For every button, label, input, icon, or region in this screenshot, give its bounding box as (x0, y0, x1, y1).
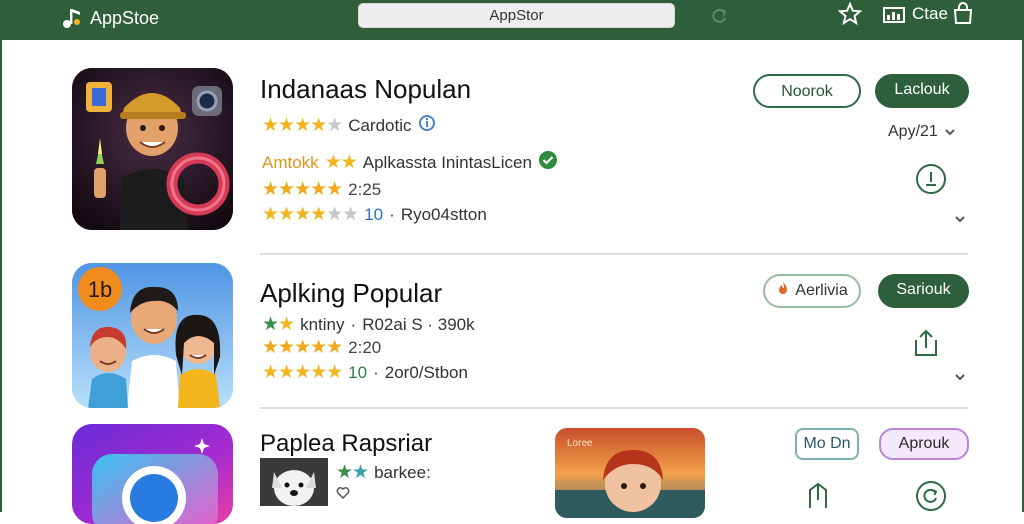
preview-caption: Loree (567, 438, 593, 449)
separator-dot: · (373, 362, 379, 382)
rating-label: barkee: (374, 462, 431, 482)
rating-detail: R02ai S · 390k (362, 314, 475, 334)
secondary-button[interactable]: Mo Dn (795, 428, 859, 460)
rating-stars: ★★★★★ (262, 115, 343, 136)
rating-value: 2:20 (348, 337, 382, 357)
rating-row: ★★★★★ 10 · 2or0/Stbon (262, 361, 468, 384)
flame-icon (776, 275, 790, 307)
rating-label: Cardotic (348, 115, 412, 135)
refresh-icon[interactable] (916, 481, 946, 511)
search-input[interactable]: AppStor (358, 3, 675, 28)
rating-stars: ★★★★★ (262, 179, 343, 200)
rating-row: ★★★★★ 2:20 (262, 336, 381, 359)
chevron-down-icon[interactable] (954, 368, 966, 381)
rating-row: ★★ barkee: (336, 461, 431, 484)
secondary-button[interactable]: Aerlivia (763, 274, 861, 308)
bookmark-icon[interactable] (804, 480, 832, 510)
rating-row: ★★★★★★ 10 · Ryo04stton (262, 203, 487, 226)
rating-stars: ★★ (336, 462, 369, 483)
chart-icon[interactable] (883, 7, 905, 23)
cart-label[interactable]: Ctae (912, 4, 948, 24)
app-title[interactable]: Aplking Popular (260, 278, 442, 309)
shopping-bag-icon[interactable] (951, 1, 975, 25)
brand-logo[interactable]: AppStoe (60, 6, 159, 30)
publisher-text: 2or0/Stbon (384, 362, 468, 382)
rating-stars: ★★ (324, 152, 358, 173)
heart-icon[interactable] (336, 486, 350, 505)
developer-name: Aplkassta InintasLicen (362, 152, 532, 172)
separator-dot: · (389, 204, 395, 224)
version-text: Apy/21 (888, 123, 938, 140)
info-icon[interactable] (418, 114, 436, 137)
rating-stars: ★★★★★ (262, 337, 343, 358)
rating-label: kntiny (300, 314, 345, 334)
brand-name: AppStoe (90, 7, 160, 28)
developer-row: Amtokk ★★ Aplkassta InintasLicen (262, 150, 558, 175)
rating-stars: ★★★★★ (262, 362, 343, 383)
rating-count: 10 (364, 204, 384, 224)
app-icon-character[interactable] (72, 68, 233, 230)
chevron-down-icon[interactable] (944, 123, 956, 141)
primary-button[interactable]: Sariouk (878, 274, 969, 308)
preview-image[interactable]: Loree (555, 428, 705, 518)
chevron-down-icon[interactable] (954, 210, 966, 223)
rating-row: ★★ kntiny · R02ai S · 390k (262, 313, 475, 336)
version-row[interactable]: Apy/21 (888, 123, 956, 141)
app-title[interactable]: Paplea Rapsriar (260, 430, 432, 458)
badge-number: 1b (88, 277, 112, 302)
verified-check-icon (538, 150, 558, 175)
secondary-button-label: Aerlivia (795, 282, 848, 299)
divider (260, 253, 968, 255)
top-bar: AppStoe AppStor Ctae (2, 0, 1024, 40)
app-window: AppStoe AppStor Ctae Indanaas Nopulan ★★… (0, 0, 1024, 524)
developer-prefix: Amtokk (262, 152, 319, 172)
secondary-button[interactable]: Noorok (753, 74, 861, 108)
app-icon-camera[interactable] (72, 424, 233, 524)
rating-row: ★★★★★ Cardotic (262, 114, 436, 137)
download-icon[interactable] (916, 164, 946, 194)
star-icon[interactable] (837, 1, 863, 26)
rating-count: 10 (348, 362, 368, 382)
publisher-text: Ryo04stton (400, 204, 487, 224)
music-note-icon (60, 6, 86, 30)
divider (260, 407, 968, 409)
refresh-icon[interactable] (710, 7, 728, 25)
app-title[interactable]: Indanaas Nopulan (260, 74, 471, 105)
rating-stars: ★★★★★★ (262, 204, 359, 225)
separator-dot: · (350, 314, 357, 334)
share-icon[interactable] (912, 328, 940, 358)
primary-button[interactable]: Laclouk (875, 74, 969, 108)
rating-stars: ★★ (262, 314, 295, 335)
rating-value: 2:25 (348, 179, 382, 199)
rating-row: ★★★★★ 2:25 (262, 178, 381, 201)
app-icon-family[interactable]: 1b (72, 263, 233, 408)
thumbnail-dog[interactable] (260, 458, 328, 506)
primary-button[interactable]: Aprouk (879, 428, 969, 460)
